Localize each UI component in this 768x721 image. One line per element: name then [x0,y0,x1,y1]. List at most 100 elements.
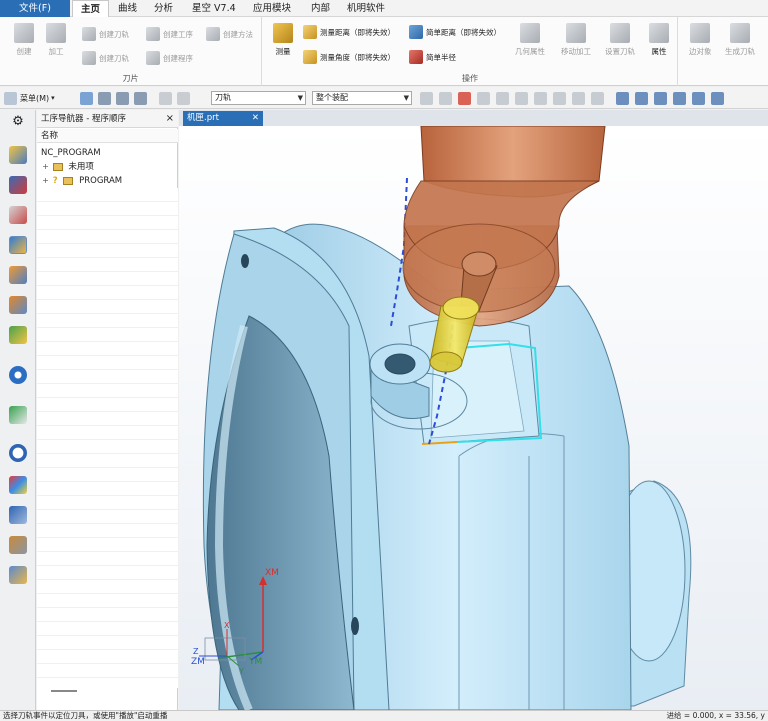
chevron-down-icon: ▼ [297,94,303,102]
ribbon-group-label: 操作 [462,74,478,83]
create-button[interactable]: 创建 [14,23,34,57]
machine-tool-icon[interactable] [9,176,27,194]
type-filter-select[interactable]: 刀轨 ▼ [211,91,306,105]
expand-icon[interactable]: + [41,160,50,174]
machine-library-icon[interactable] [9,536,27,554]
part-model: XM YM ZM X Y Z [191,126,692,710]
tree-select-icon[interactable] [98,91,111,105]
history-icon[interactable] [9,444,27,462]
horizontal-scrollbar[interactable] [51,690,77,692]
zoom-icon[interactable] [635,91,648,105]
document-tab-bar: 机匣.prt ✕ [179,110,768,126]
tab-applications[interactable]: 应用模块 [245,0,299,17]
web-browser-icon[interactable] [9,406,27,424]
snap-control-icon[interactable] [477,91,490,105]
gear-icon[interactable]: ⚙ [9,113,27,131]
tab-xingkong[interactable]: 星空 V7.4 [184,0,244,17]
edge-object-button[interactable]: 边对象 [689,23,712,57]
palette-icon[interactable] [9,476,27,494]
operation-navigator: 工序导航器 - 程序顺序 × 名称 NC_PROGRAM + 未用项 + ? P… [37,110,178,710]
create-operation-button[interactable]: 创建工序 [146,27,193,41]
chevron-down-icon: ▼ [403,94,409,102]
generate-toolpath-button[interactable]: 生成刀轨 [725,23,755,57]
pan-icon[interactable] [673,91,686,105]
close-icon[interactable]: ✕ [252,111,259,126]
xm-axis-label: XM [265,568,279,578]
snap-bounded-icon[interactable] [591,91,604,105]
edge-object-icon [690,23,711,43]
z-axis-label: Z [193,647,199,656]
snap-point-icon[interactable] [420,91,433,105]
info-icon[interactable] [9,366,27,384]
operation-navigator-icon[interactable] [9,236,27,254]
tree-row-unused[interactable]: + 未用项 [37,160,94,174]
operation-icon [146,27,160,41]
document-tab[interactable]: 机匣.prt ✕ [183,111,263,126]
file-menu[interactable]: 文件(F) [0,0,70,17]
measure-distance-button[interactable]: 测量距离（即将失效） [303,25,395,39]
geometry-view-icon[interactable] [9,206,27,224]
toolpath-icon [82,27,96,41]
assembly-navigator-icon[interactable] [9,296,27,314]
snap-quadrant-icon[interactable] [534,91,547,105]
generate-toolpath-icon [730,23,750,43]
column-header-name[interactable]: 名称 [37,129,178,143]
machining-button[interactable]: 加工 [46,23,66,57]
status-bar: 选择刀轨事件以定位刀具，或使用"播放"启动重播 进给 = 0.000, x = … [0,710,768,720]
tab-jiming-software[interactable]: 机明软件 [339,0,393,17]
measure-angle-button[interactable]: 测量角度（即将失效） [303,50,395,64]
tab-curve[interactable]: 曲线 [110,0,145,17]
ribbon-group-operations: 测量 测量距离（即将失效） 测量角度（即将失效） 简单距离（即将失效） 简单半径… [263,17,678,86]
menu-dropdown[interactable]: 菜单(M) ▾ [4,90,55,106]
snap-center-icon[interactable] [515,91,528,105]
group-select-icon[interactable] [116,91,129,105]
create-toolpath-button[interactable]: 创建刀轨 [82,27,129,41]
tab-analysis[interactable]: 分析 [146,0,181,17]
expand-icon[interactable]: + [41,174,50,188]
create-method-button[interactable]: 创建方法 [206,27,253,41]
folder-icon [63,176,74,185]
snap-end-icon[interactable] [439,91,452,105]
set-toolpath-button[interactable]: 设置刀轨 [605,23,635,57]
chevron-down-icon: ▾ [51,94,55,102]
simple-distance-button[interactable]: 简单距离（即将失效） [409,25,501,39]
key-icon: ? [52,176,58,186]
blade-button[interactable]: 创建刀轨 [82,51,129,65]
process-library-icon[interactable] [9,566,27,584]
reuse-library-icon[interactable] [9,326,27,344]
filter-icon[interactable] [177,91,190,105]
tree-row-nc-program[interactable]: NC_PROGRAM [37,146,101,160]
geometry-icon [520,23,540,43]
snap-mid-icon[interactable] [458,91,471,105]
simple-radius-button[interactable]: 简单半径 [409,50,456,64]
measure-button[interactable]: 测量 [273,23,293,57]
view-fit-icon[interactable] [616,91,629,105]
properties-button[interactable]: 属性 [649,23,669,57]
rotate-icon[interactable] [654,91,667,105]
program-view-icon[interactable] [9,146,27,164]
snap-icon[interactable] [159,91,172,105]
ym-axis-label: YM [248,657,262,667]
part-navigator-icon[interactable] [9,266,27,284]
snap-intersect-icon[interactable] [496,91,509,105]
geometry-property-button[interactable]: 几何属性 [515,23,545,57]
snap-existing-icon[interactable] [553,91,566,105]
tree-row-program[interactable]: + ? PROGRAM [37,174,122,188]
snap-face-icon[interactable] [572,91,585,105]
tool-library-icon[interactable] [9,506,27,524]
select-icon[interactable] [80,91,93,105]
tab-home[interactable]: 主页 [72,0,110,17]
view-orientation-icon[interactable] [711,91,724,105]
move-machining-button[interactable]: 移动加工 [561,23,591,57]
method-icon [206,27,220,41]
render-style-icon[interactable] [692,91,705,105]
snap-tools [420,90,724,106]
simple-radius-icon [409,50,423,64]
box-select-icon[interactable] [134,91,147,105]
create-program-button[interactable]: 创建程序 [146,51,193,65]
ribbon-group-extra: 边对象 生成刀轨 [679,17,768,86]
close-icon[interactable]: × [166,110,174,128]
graphics-viewport[interactable]: XM YM ZM X Y Z [179,126,768,710]
assembly-scope-select[interactable]: 整个装配 ▼ [312,91,412,105]
tab-internal[interactable]: 内部 [303,0,338,17]
